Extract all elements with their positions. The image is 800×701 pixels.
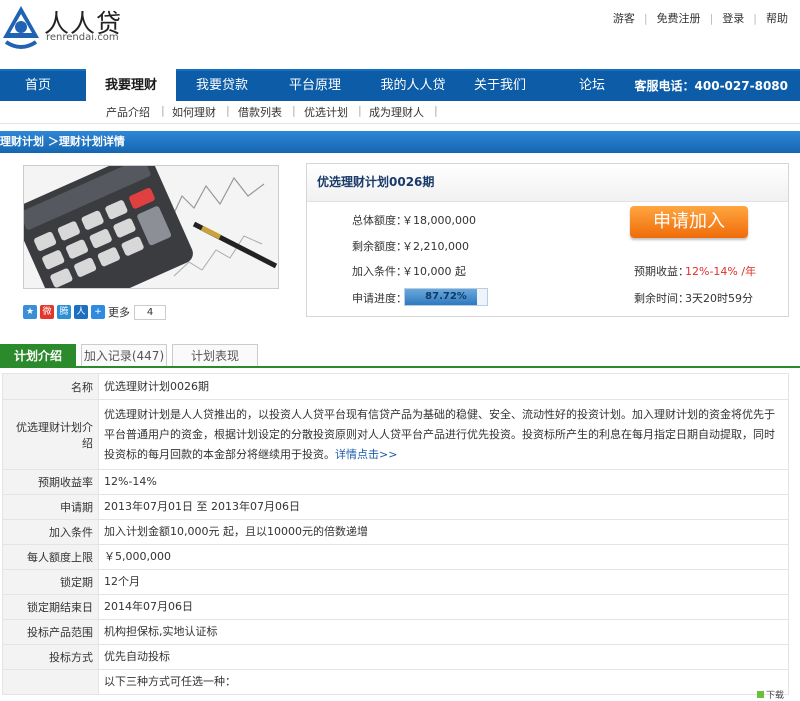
total-amount-value: ￥18,000,000 [402,214,476,227]
apply-join-button[interactable]: 申请加入 [630,206,748,238]
progress-label: 申请进度： [352,292,407,305]
detail-key: 名称 [2,373,99,400]
detail-key: 申请期 [2,494,99,520]
expected-return-value: 12%-14% /年 [685,265,757,278]
tab-plan-performance[interactable]: 计划表现 [172,344,258,366]
subnav-how-to-invest[interactable]: 如何理财 [172,104,216,120]
share-count: 4 [134,304,166,320]
subnav-product-intro[interactable]: 产品介绍 [106,104,150,120]
subnav-premium-plan[interactable]: 优选计划 [304,104,348,120]
qzone-share-icon[interactable]: ★ [23,305,37,319]
plan-details-table: 名称 优选理财计划0026期 优选理财计划介绍 优选理财计划是人人贷推出的，以投资… [2,373,789,695]
detail-key: 投标产品范围 [2,619,99,645]
detail-value: 2013年07月01日 至 2013年07月06日 [98,494,789,520]
detail-value: 加入计划金额10,000元 起，且以10000元的倍数递增 [98,519,789,545]
table-row: 预期收益率 12%-14% [2,469,789,495]
table-row: 锁定期 12个月 [2,569,789,595]
join-condition-value: ￥10,000 起 [402,265,466,278]
detail-value: 2014年07月06日 [98,594,789,620]
nav-my-account[interactable]: 我的人人贷 [368,71,458,101]
main-nav: 首页 我要理财 我要贷款 平台原理 我的人人贷 关于我们 论坛 客服电话：400… [0,69,800,101]
tabs-underline [0,366,800,368]
brand-domain: renrendai.com [46,32,119,43]
subnav-loan-list[interactable]: 借款列表 [238,104,282,120]
join-condition-label: 加入条件： [352,265,407,278]
detail-key: 每人额度上限 [2,544,99,570]
table-row: 名称 优选理财计划0026期 [2,373,789,400]
detail-value: ￥5,000,000 [98,544,789,570]
table-row: 投标方式 优先自动投标 [2,644,789,670]
nav-about[interactable]: 关于我们 [463,71,537,101]
remaining-time-label: 剩余时间： [634,292,689,305]
plan-panel: 优选理财计划0026期 总体额度： ￥18,000,000 剩余额度： ￥2,2… [306,163,789,317]
progress-bar: 87.72% [404,288,488,306]
weibo-share-icon[interactable]: 微 [40,305,54,319]
detail-value: 优选理财计划0026期 [98,373,789,400]
register-link[interactable]: 免费注册 [657,10,701,26]
table-row: 申请期 2013年07月01日 至 2013年07月06日 [2,494,789,520]
share-more-label[interactable]: 更多 [108,304,130,320]
download-icon [757,691,764,698]
share-bar: ★ 微 腾 人 + 更多 4 [23,304,166,320]
table-row: 投标产品范围 机构担保标,实地认证标 [2,619,789,645]
detail-value: 以下三种方式可任选一种： [98,669,789,695]
service-hotline: 客服电话：400-027-8080 [634,79,788,93]
table-row: 加入条件 加入计划金额10,000元 起，且以10000元的倍数递增 [2,519,789,545]
nav-forum[interactable]: 论坛 [562,71,622,101]
detail-key [2,669,99,695]
table-row: 以下三种方式可任选一种： [2,669,789,695]
detail-value: 机构担保标,实地认证标 [98,619,789,645]
nav-home[interactable]: 首页 [0,71,76,101]
detail-value: 优选理财计划是人人贷推出的，以投资人人贷平台现有信贷产品为基础的稳健、安全、流动… [98,399,789,470]
progress-value: 87.72% [425,291,467,302]
help-link[interactable]: 帮助 [766,10,788,26]
remaining-amount-value: ￥2,210,000 [402,240,469,253]
nav-borrow[interactable]: 我要贷款 [182,71,262,101]
download-hint[interactable]: 下载 [757,688,784,701]
details-link[interactable]: 详情点击>> [335,448,397,461]
table-row: 优选理财计划介绍 优选理财计划是人人贷推出的，以投资人人贷平台现有信贷产品为基础… [2,399,789,470]
detail-value: 12%-14% [98,469,789,495]
detail-key: 加入条件 [2,519,99,545]
detail-key: 投标方式 [2,644,99,670]
lock-period-link[interactable]: 锁定期 [2,569,99,595]
remaining-time-value: 3天20时59分 [685,292,753,305]
detail-value: 优先自动投标 [98,644,789,670]
tab-join-records[interactable]: 加入记录(447) [81,344,167,366]
calculator-photo [23,165,279,289]
nav-platform[interactable]: 平台原理 [275,71,355,101]
plan-title: 优选理财计划0026期 [307,164,788,202]
renren-share-icon[interactable]: 人 [74,305,88,319]
detail-key: 预期收益率 [2,469,99,495]
breadcrumb: 理财计划 ＞理财计划详情 [0,131,800,153]
login-link[interactable]: 登录 [722,10,744,26]
sub-nav: 产品介绍 | 如何理财 | 借款列表 | 优选计划 | 成为理财人 | [0,101,800,124]
expected-return-label: 预期收益： [634,265,689,278]
detail-value: 12个月 [98,569,789,595]
tencent-weibo-share-icon[interactable]: 腾 [57,305,71,319]
detail-key: 优选理财计划介绍 [2,399,99,470]
more-share-icon[interactable]: + [91,305,105,319]
detail-key: 锁定期结束日 [2,594,99,620]
tab-plan-intro[interactable]: 计划介绍 [0,344,76,366]
subnav-become-investor[interactable]: 成为理财人 [369,104,424,120]
table-row: 锁定期结束日 2014年07月06日 [2,594,789,620]
nav-invest[interactable]: 我要理财 [86,69,176,101]
guest-label: 游客 [612,12,635,25]
remaining-amount-label: 剩余额度： [352,240,407,253]
top-links: 游客 | 免费注册 | 登录 | 帮助 [612,10,788,26]
table-row: 每人额度上限 ￥5,000,000 [2,544,789,570]
total-amount-label: 总体额度： [352,214,407,227]
